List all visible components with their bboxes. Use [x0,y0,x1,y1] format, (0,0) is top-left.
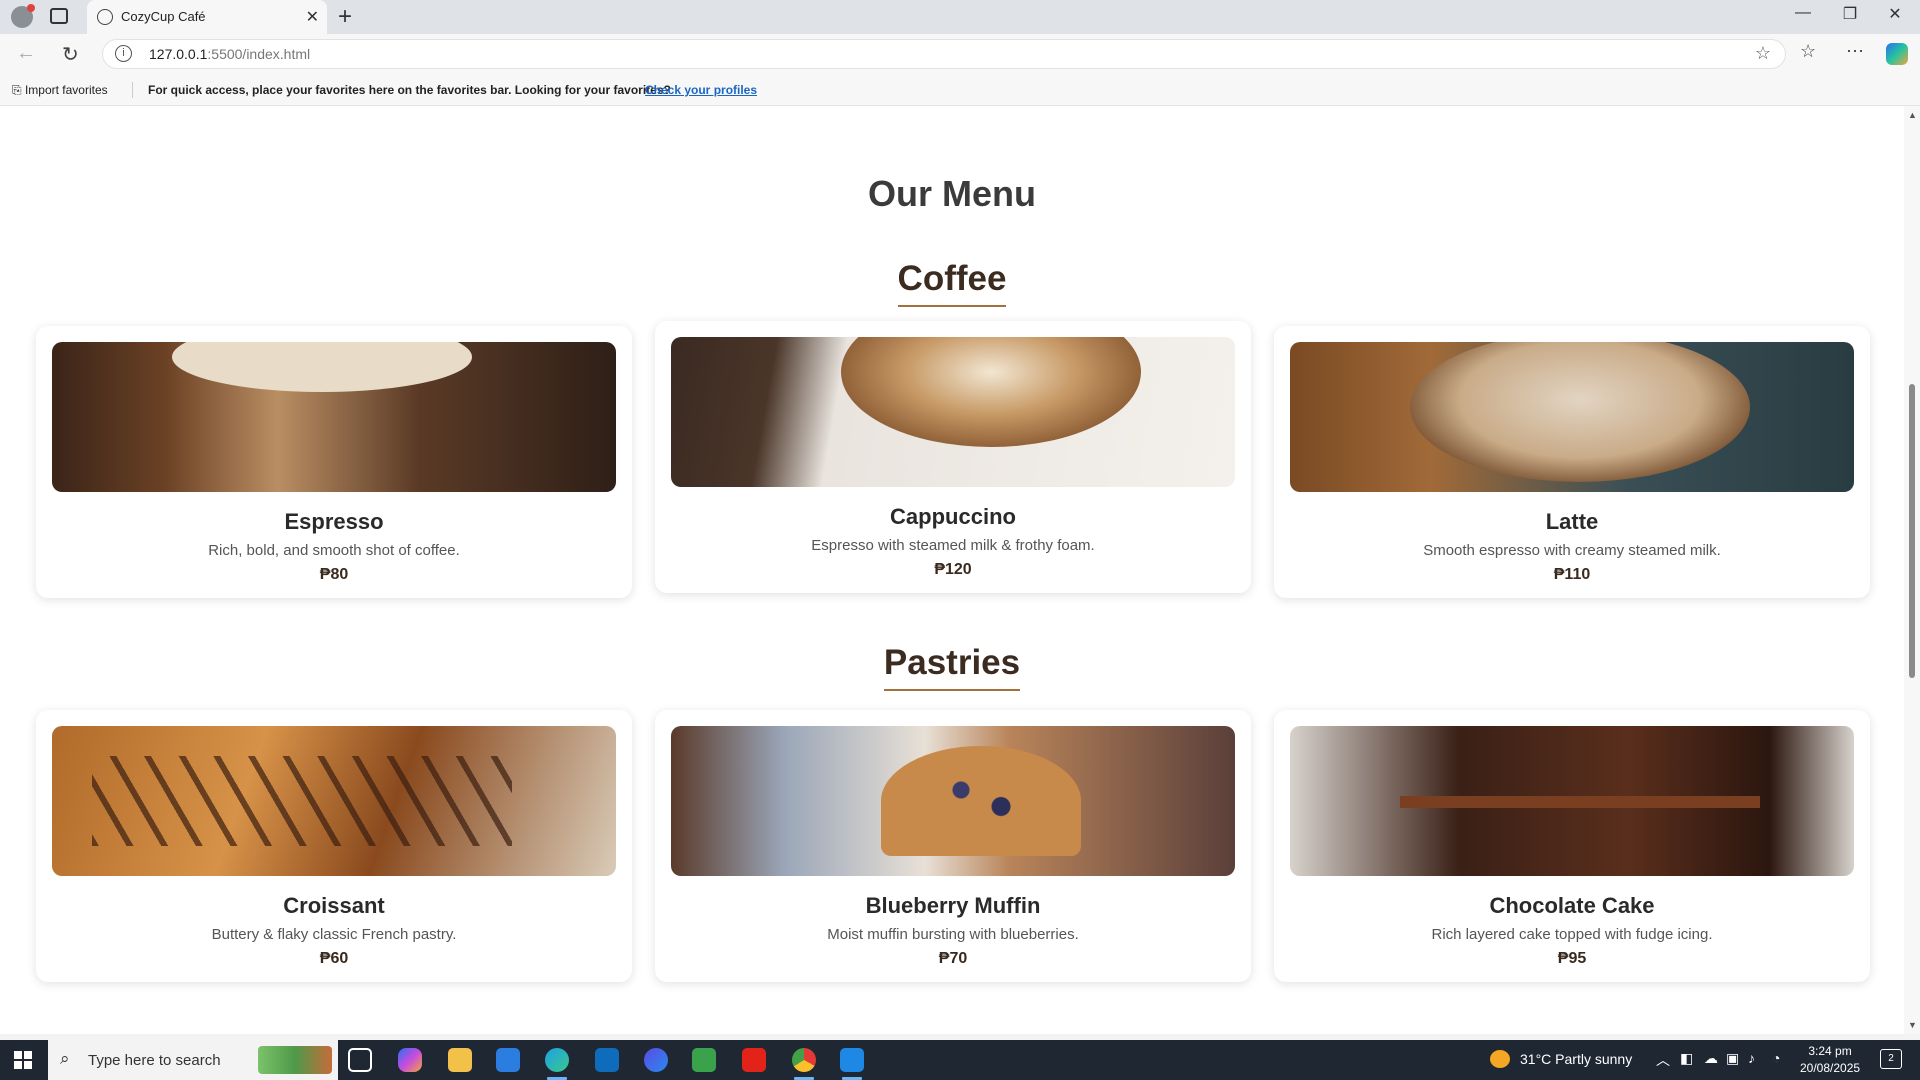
page-title: Our Menu [868,173,1036,214]
minimize-icon[interactable]: — [1788,4,1818,22]
item-name: Latte [1545,509,1599,534]
wifi-icon[interactable]: ◔ [1772,1050,1780,1066]
file-explorer-icon[interactable] [448,1048,472,1072]
restore-icon[interactable]: ❐ [1835,4,1865,24]
new-tab-icon[interactable]: + [338,3,352,31]
item-description: Smooth espresso with creamy steamed milk… [1423,542,1721,559]
outlook-icon[interactable] [595,1048,619,1072]
section-title-pastries-text: Pastries [883,643,1021,691]
meet-now-icon[interactable]: ◧ [1680,1050,1693,1067]
task-view-icon[interactable] [348,1048,372,1072]
item-description: Rich layered cake topped with fudge icin… [1431,926,1713,943]
more-menu-icon[interactable]: ⋯ [1846,41,1864,62]
close-window-icon[interactable]: ✕ [1880,4,1910,24]
edge-icon[interactable] [545,1048,569,1072]
back-icon[interactable]: ← [16,42,36,65]
item-price: ₱60 [319,950,349,967]
favorites-separator [132,82,133,98]
item-description: Buttery & flaky classic French pastry. [211,926,457,943]
network-icon[interactable]: ▣ [1726,1050,1739,1067]
address-url: 127.0.0.1:5500/index.html [149,46,310,62]
menu-card-latte: Latte Smooth espresso with creamy steame… [1274,326,1870,598]
site-info-icon[interactable]: i [115,45,132,62]
clock-date: 20/08/2025 [1800,1061,1861,1075]
notifications-icon[interactable]: 2 [1880,1049,1902,1069]
check-profiles-link[interactable]: Check your profiles [645,83,757,97]
scroll-thumb[interactable] [1909,384,1915,678]
copilot-icon[interactable] [1886,43,1908,65]
item-description: Espresso with steamed milk & frothy foam… [811,537,1095,554]
section-title-coffee-text: Coffee [897,259,1007,307]
show-hidden-icons-icon[interactable]: ︿ [1656,1050,1670,1070]
scroll-down-icon[interactable]: ▼ [1908,1020,1917,1030]
copilot-taskbar-icon[interactable] [398,1048,422,1072]
menu-card-espresso: Espresso Rich, bold, and smooth shot of … [36,326,632,598]
section-title-coffee: Coffee [0,259,1904,307]
wps-office-icon[interactable] [742,1048,766,1072]
item-price: ₱80 [319,566,349,583]
item-price: ₱70 [938,950,968,967]
favorite-star-icon[interactable]: ☆ [1755,43,1771,64]
browser-tab[interactable]: CozyCup Café ✕ [87,0,327,34]
blueberry-muffin-image [671,726,1235,876]
menu-card-cappuccino: Cappuccino Espresso with steamed milk & … [655,321,1251,593]
item-description: Moist muffin bursting with blueberries. [827,926,1079,943]
item-name: Croissant [283,893,385,918]
import-favorites-label: Import favorites [24,83,108,97]
address-host: 127.0.0.1 [149,46,208,62]
menu-card-chocolate-cake: Chocolate Cake Rich layered cake topped … [1274,710,1870,982]
cappuccino-image [671,337,1235,487]
scroll-up-icon[interactable]: ▲ [1908,110,1917,120]
page-viewport: Our Menu Coffee Espresso Rich, bold, and… [0,106,1904,1034]
tab-strip: CozyCup Café ✕ + — ❐ ✕ [0,0,1920,34]
onedrive-icon[interactable]: ☁ [1704,1050,1718,1067]
page-scrollbar[interactable]: ▲ ▼ [1904,106,1920,1034]
import-favorites-button[interactable]: ⎘ Import favorites [12,83,108,98]
store-icon[interactable] [496,1048,520,1072]
tab-title: CozyCup Café [121,9,206,24]
croissant-image [52,726,616,876]
item-price: ₱95 [1557,950,1587,967]
search-icon: ⌕ [60,1049,70,1068]
favorites-bar: ⎘ Import favorites For quick access, pla… [0,75,1920,106]
taskbar-search[interactable]: ⌕ Type here to search [48,1040,338,1080]
import-favorites-icon: ⎘ [12,83,25,97]
notes-app-icon[interactable] [692,1048,716,1072]
item-name: Blueberry Muffin [865,893,1041,918]
chocolate-cake-image [1290,726,1854,876]
weather-text[interactable]: 31°C Partly sunny [1520,1051,1632,1067]
search-placeholder: Type here to search [88,1052,221,1069]
refresh-icon[interactable]: ↻ [62,42,79,67]
volume-icon[interactable]: ♪ [1748,1050,1755,1066]
item-price: ₱120 [934,561,972,578]
clock-time: 3:24 pm [1808,1044,1852,1058]
item-name: Chocolate Cake [1489,893,1655,918]
taskbar: ⌕ Type here to search 31°C Partly sunny … [0,1040,1920,1080]
close-tab-icon[interactable]: ✕ [306,7,319,27]
address-bar[interactable]: i 127.0.0.1:5500/index.html ☆ [102,39,1786,69]
menu-card-croissant: Croissant Buttery & flaky classic French… [36,710,632,982]
item-name: Cappuccino [890,504,1016,529]
windows-start-icon[interactable] [14,1051,32,1069]
search-highlight-image [258,1046,332,1074]
chrome-icon[interactable] [792,1048,816,1072]
item-name: Espresso [284,509,384,534]
item-price: ₱110 [1553,566,1591,583]
espresso-image [52,342,616,492]
favorites-message: For quick access, place your favorites h… [148,83,671,97]
latte-image [1290,342,1854,492]
item-description: Rich, bold, and smooth shot of coffee. [208,542,460,559]
favorites-icon[interactable]: ☆ [1800,41,1816,62]
media-app-icon[interactable] [644,1048,668,1072]
browser-toolbar: ← ↻ i 127.0.0.1:5500/index.html ☆ ☆ ⋯ [0,34,1920,75]
taskbar-clock[interactable]: 3:24 pm 20/08/2025 [1800,1043,1860,1077]
weather-icon [1490,1050,1510,1068]
globe-icon [97,9,113,25]
tab-actions-icon[interactable] [50,8,68,24]
menu-card-blueberry-muffin: Blueberry Muffin Moist muffin bursting w… [655,710,1251,982]
profile-icon[interactable] [11,4,35,28]
address-path: :5500/index.html [207,46,311,62]
section-title-pastries: Pastries [0,643,1904,691]
vscode-icon[interactable] [840,1048,864,1072]
